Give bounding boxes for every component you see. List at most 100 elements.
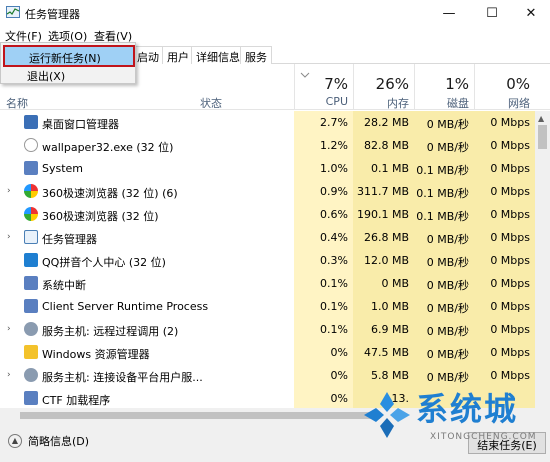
horizontal-scroll-thumb[interactable]	[20, 412, 380, 419]
process-disk	[414, 387, 474, 408]
process-row[interactable]: 系统中断 0.1% 0 MB 0 MB/秒 0 Mbps	[0, 272, 535, 295]
wallpaper-icon	[24, 138, 38, 152]
network-label: 网络	[508, 97, 530, 110]
process-network: 0 Mbps	[474, 318, 535, 341]
process-cpu: 0.3%	[294, 249, 353, 272]
process-memory: 28.2 MB	[353, 111, 414, 134]
process-network: 0 Mbps	[474, 134, 535, 157]
chevron-right-icon[interactable]: ›	[7, 324, 15, 334]
process-row[interactable]: › 服务主机: 连接设备平台用户服... 0% 5.8 MB 0 MB/秒 0 Mbps	[0, 364, 535, 387]
process-cpu: 0.9%	[294, 180, 353, 203]
process-name: 服务主机: 连接设备平台用户服...	[42, 371, 203, 384]
vertical-scrollbar[interactable]: ▲	[535, 111, 550, 408]
process-row[interactable]: CTF 加载程序 0% 13.	[0, 387, 535, 408]
cpu-label: CPU	[325, 95, 348, 108]
process-name: CTF 加载程序	[42, 394, 111, 407]
scroll-thumb[interactable]	[538, 125, 547, 149]
process-row[interactable]: wallpaper32.exe (32 位) 1.2% 82.8 MB 0 MB/秒 0…	[0, 134, 535, 157]
process-row[interactable]: 桌面窗口管理器 2.7% 28.2 MB 0 MB/秒 0 Mbps	[0, 111, 535, 134]
service-host-icon	[24, 368, 38, 382]
column-memory[interactable]: 26% 内存	[353, 64, 414, 110]
chevron-up-icon: ▲	[8, 434, 22, 448]
process-row[interactable]: › 服务主机: 远程过程调用 (2) 0.1% 6.9 MB 0 MB/秒 0 Mbps	[0, 318, 535, 341]
chevron-right-icon[interactable]: ›	[7, 186, 15, 196]
task-manager-icon	[24, 230, 38, 244]
memory-total-percent: 26%	[375, 75, 409, 93]
process-disk: 0 MB/秒	[414, 364, 474, 387]
process-row[interactable]: 360极速浏览器 (32 位) 0.6% 190.1 MB 0.1 MB/秒 0 Mbp…	[0, 203, 535, 226]
process-network: 0 Mbps	[474, 364, 535, 387]
process-cpu: 0.1%	[294, 295, 353, 318]
process-cpu: 0.6%	[294, 203, 353, 226]
column-cpu[interactable]: 7% CPU	[294, 64, 353, 110]
process-row[interactable]: Windows 资源管理器 0% 47.5 MB 0 MB/秒 0 Mbps	[0, 341, 535, 364]
process-network: 0 Mbps	[474, 157, 535, 180]
explorer-icon	[24, 345, 38, 359]
process-cpu: 1.0%	[294, 157, 353, 180]
process-list: 桌面窗口管理器 2.7% 28.2 MB 0 MB/秒 0 Mbps wallpaper3…	[0, 111, 535, 408]
menu-item-exit[interactable]: 退出(X)	[27, 68, 65, 84]
title-bar: 任务管理器 — ☐ ✕	[0, 0, 550, 26]
process-disk: 0.1 MB/秒	[414, 157, 474, 180]
process-network: 0 Mbps	[474, 249, 535, 272]
process-name: 360极速浏览器 (32 位) (6)	[42, 187, 178, 200]
process-name: 360极速浏览器 (32 位)	[42, 210, 159, 223]
chevron-right-icon[interactable]: ›	[7, 232, 15, 242]
less-details-button[interactable]: ▲ 简略信息(D)	[8, 433, 89, 449]
process-row[interactable]: Client Server Runtime Process 0.1% 1.0 MB 0…	[0, 295, 535, 318]
column-status[interactable]: 状态	[200, 95, 222, 111]
process-name: System	[42, 162, 84, 175]
menu-bar: 文件(F) 选项(O) 查看(V)	[0, 26, 550, 43]
close-button[interactable]: ✕	[512, 0, 550, 26]
disk-label: 磁盘	[447, 97, 469, 110]
process-row[interactable]: › 任务管理器 0.4% 26.8 MB 0 MB/秒 0 Mbps	[0, 226, 535, 249]
column-disk[interactable]: 1% 磁盘	[414, 64, 474, 110]
end-task-button[interactable]: 结束任务(E)	[468, 432, 546, 454]
cpu-total-percent: 7%	[324, 75, 348, 93]
process-cpu: 0%	[294, 364, 353, 387]
tab-details[interactable]: 详细信息	[191, 46, 245, 64]
memory-label: 内存	[387, 97, 409, 110]
tab-users[interactable]: 用户	[162, 46, 194, 64]
process-disk: 0 MB/秒	[414, 249, 474, 272]
process-row[interactable]: System 1.0% 0.1 MB 0.1 MB/秒 0 Mbps	[0, 157, 535, 180]
process-memory: 0 MB	[353, 272, 414, 295]
process-network: 0 Mbps	[474, 111, 535, 134]
column-name[interactable]: 名称	[6, 95, 28, 111]
tab-services[interactable]: 服务	[240, 46, 272, 64]
process-network: 0 Mbps	[474, 272, 535, 295]
process-disk: 0 MB/秒	[414, 295, 474, 318]
system-interrupts-icon	[24, 276, 38, 290]
process-disk: 0 MB/秒	[414, 226, 474, 249]
process-memory: 26.8 MB	[353, 226, 414, 249]
process-cpu: 0%	[294, 387, 353, 408]
chevron-right-icon[interactable]: ›	[7, 370, 15, 380]
process-row[interactable]: QQ拼音个人中心 (32 位) 0.3% 12.0 MB 0 MB/秒 0 Mbps	[0, 249, 535, 272]
horizontal-scrollbar[interactable]	[0, 408, 550, 423]
process-name: wallpaper32.exe (32 位)	[42, 141, 174, 154]
minimize-button[interactable]: —	[430, 0, 468, 26]
task-manager-app-icon	[6, 6, 20, 18]
process-name: 桌面窗口管理器	[42, 118, 119, 131]
maximize-button[interactable]: ☐	[473, 0, 511, 26]
process-disk: 0 MB/秒	[414, 272, 474, 295]
less-details-label: 简略信息(D)	[28, 435, 90, 448]
menu-item-run-new-task[interactable]: 运行新任务(N)	[3, 45, 135, 67]
process-disk: 0 MB/秒	[414, 111, 474, 134]
column-network[interactable]: 0% 网络	[474, 64, 535, 110]
process-network: 0 Mbps	[474, 295, 535, 318]
tab-startup[interactable]: 启动	[132, 46, 164, 64]
process-network: 0 Mbps	[474, 341, 535, 364]
scroll-up-icon[interactable]: ▲	[538, 114, 544, 123]
process-disk: 0.1 MB/秒	[414, 203, 474, 226]
process-network: 0 Mbps	[474, 203, 535, 226]
process-memory: 13.	[353, 387, 414, 408]
process-cpu: 0.1%	[294, 272, 353, 295]
process-memory: 47.5 MB	[353, 341, 414, 364]
process-row[interactable]: › 360极速浏览器 (32 位) (6) 0.9% 311.7 MB 0.1 MB/秒…	[0, 180, 535, 203]
process-cpu: 0.4%	[294, 226, 353, 249]
csrss-icon	[24, 299, 38, 313]
process-cpu: 0%	[294, 341, 353, 364]
process-memory: 0.1 MB	[353, 157, 414, 180]
disk-total-percent: 1%	[445, 75, 469, 93]
